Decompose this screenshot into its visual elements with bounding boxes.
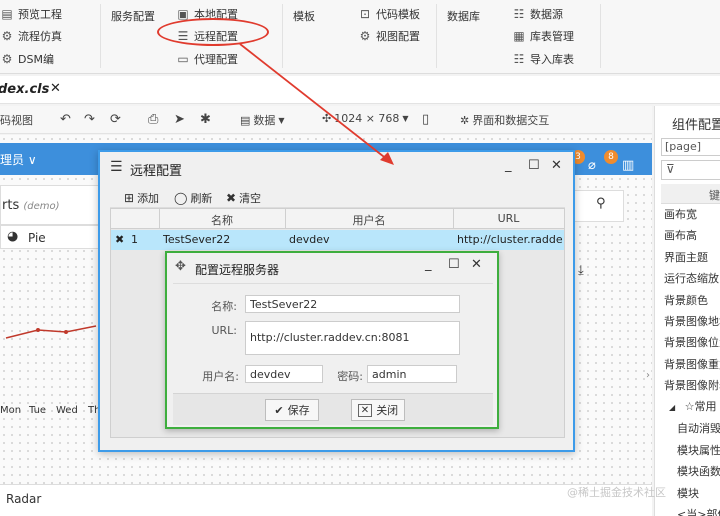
annotation-arrow xyxy=(239,43,394,165)
watermark: @稀土掘金技术社区 xyxy=(567,486,666,499)
